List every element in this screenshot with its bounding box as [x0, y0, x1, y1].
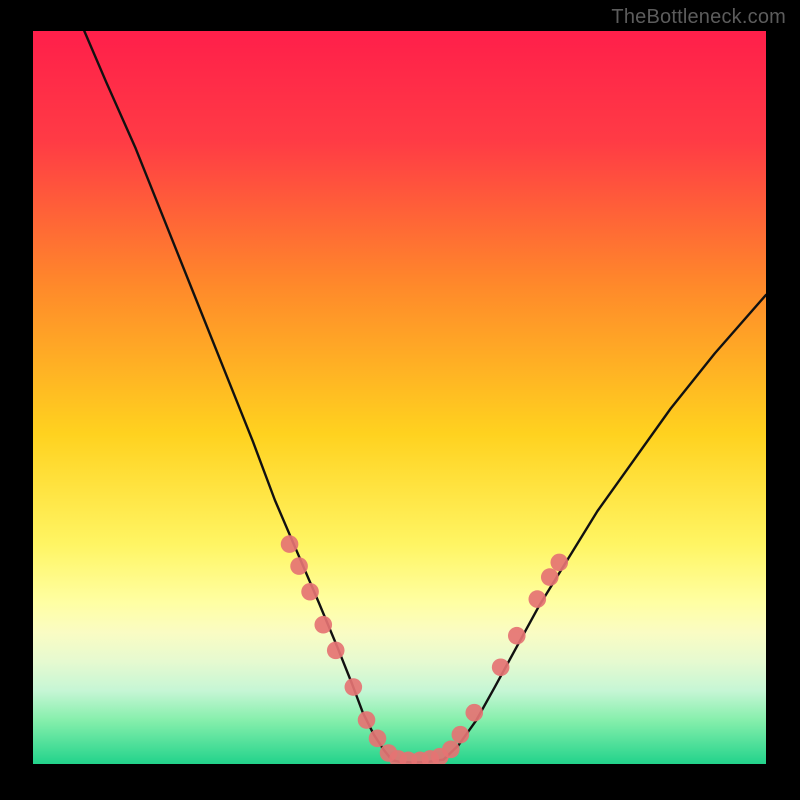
data-point [369, 730, 387, 748]
plot-svg [33, 31, 766, 764]
data-point [508, 627, 526, 645]
data-point [345, 678, 363, 696]
watermark-text: TheBottleneck.com [611, 6, 786, 29]
data-point [290, 557, 308, 575]
plot-area [33, 31, 766, 764]
data-point [541, 568, 559, 586]
data-point [442, 741, 460, 759]
data-point [550, 554, 568, 572]
data-point [529, 590, 547, 608]
data-point [358, 711, 376, 729]
data-point [314, 616, 332, 634]
chart-frame: TheBottleneck.com [0, 0, 800, 800]
data-point [327, 642, 345, 660]
data-point [301, 583, 319, 601]
data-point [452, 726, 470, 744]
data-point [492, 658, 510, 676]
data-point [465, 704, 483, 722]
data-point [281, 535, 299, 553]
gradient-background [33, 31, 766, 764]
